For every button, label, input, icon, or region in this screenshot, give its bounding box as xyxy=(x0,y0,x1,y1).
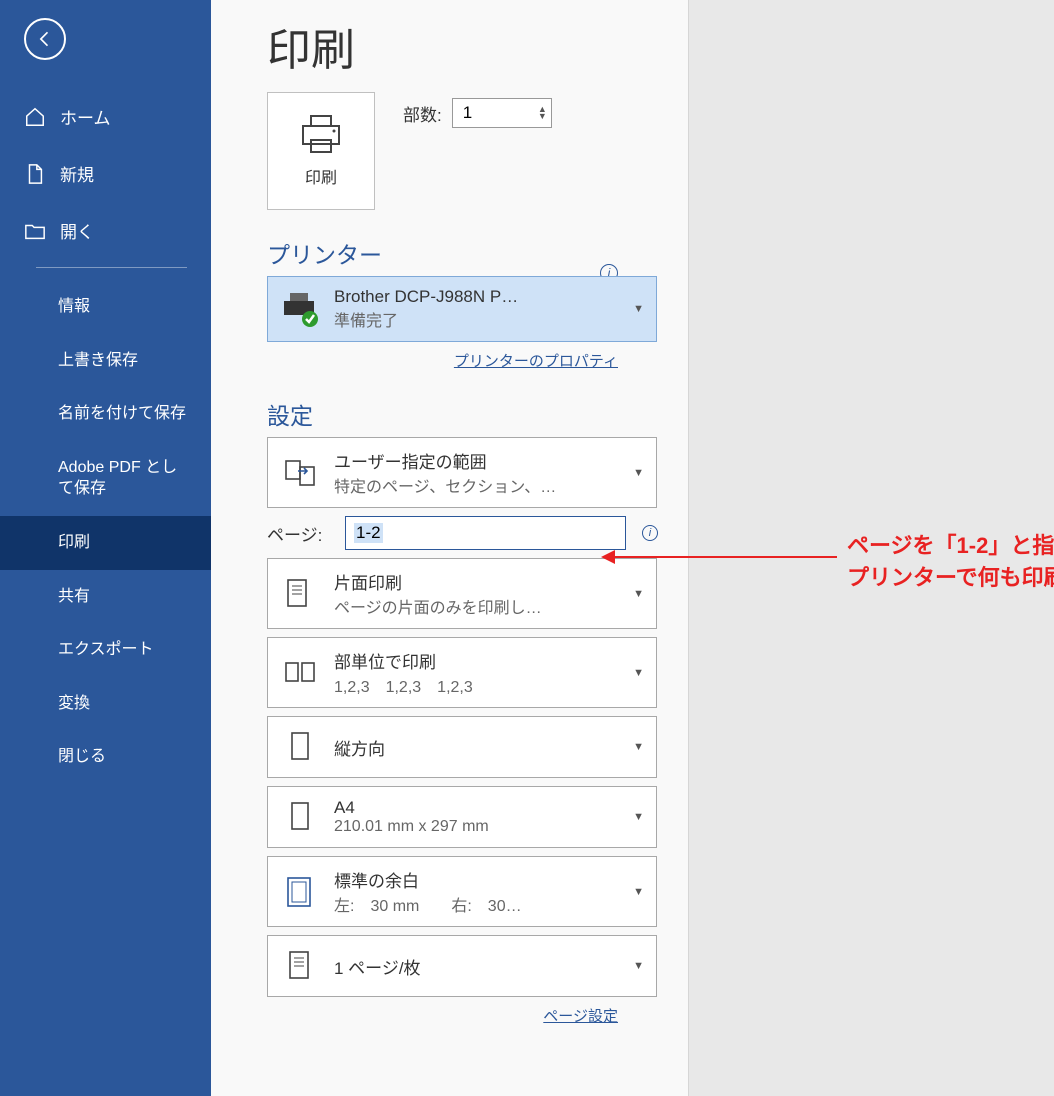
chevron-down-icon: ▼ xyxy=(633,303,644,315)
annotation-line1: ページを「1-2」と指定しても xyxy=(847,530,1054,562)
paper-title: A4 xyxy=(334,798,625,818)
single-side-icon xyxy=(280,574,320,614)
nav-saveas[interactable]: 名前を付けて保存 xyxy=(0,387,211,441)
home-icon xyxy=(24,106,46,128)
side-subtitle: ページの片面のみを印刷し… xyxy=(334,594,625,618)
pages-icon xyxy=(280,453,320,493)
paper-size-selector[interactable]: A4 210.01 mm x 297 mm ▼ xyxy=(267,786,657,848)
copies-spinner[interactable]: ▲▼ xyxy=(538,106,547,120)
chevron-down-icon: ▼ xyxy=(633,811,644,823)
collate-icon xyxy=(280,653,320,693)
chevron-down-icon: ▼ xyxy=(633,667,644,679)
sides-selector[interactable]: 片面印刷 ページの片面のみを印刷し… ▼ xyxy=(267,558,657,629)
copies-label: 部数: xyxy=(403,101,442,126)
settings-section-title: 設定 xyxy=(267,397,658,431)
nav-print[interactable]: 印刷 xyxy=(0,516,211,570)
chevron-down-icon: ▼ xyxy=(633,588,644,600)
folder-icon xyxy=(24,220,46,242)
orientation-selector[interactable]: 縦方向 ▼ xyxy=(267,716,657,778)
copies-value: 1 xyxy=(463,103,472,123)
print-settings-column: 印刷 印刷 部数: 1 ▲▼ プリンター i xyxy=(211,0,689,1096)
printer-name: Brother DCP-J988N P… xyxy=(334,287,625,307)
printer-icon xyxy=(297,114,345,154)
chevron-down-icon: ▼ xyxy=(633,960,644,972)
nav-new[interactable]: 新規 xyxy=(0,145,211,202)
nav-share[interactable]: 共有 xyxy=(0,570,211,624)
range-subtitle: 特定のページ、セクション、… xyxy=(334,473,625,497)
margin-subtitle: 左: 30 mm 右: 30… xyxy=(334,892,625,916)
print-button-label: 印刷 xyxy=(305,164,337,188)
chevron-down-icon: ▼ xyxy=(633,467,644,479)
nav-open[interactable]: 開く xyxy=(0,202,211,259)
chevron-down-icon: ▼ xyxy=(633,741,644,753)
print-range-selector[interactable]: ユーザー指定の範囲 特定のページ、セクション、… ▼ xyxy=(267,437,657,508)
orientation-title: 縦方向 xyxy=(334,735,625,760)
nav-adobe-pdf[interactable]: Adobe PDF として保存 xyxy=(0,441,211,516)
printer-properties-link[interactable]: プリンターのプロパティ xyxy=(267,350,618,371)
pages-per-sheet-icon xyxy=(280,946,320,986)
copies-input[interactable]: 1 ▲▼ xyxy=(452,98,552,128)
pages-per-sheet-selector[interactable]: 1 ページ/枚 ▼ xyxy=(267,935,657,997)
margins-selector[interactable]: 標準の余白 左: 30 mm 右: 30… ▼ xyxy=(267,856,657,927)
back-button[interactable] xyxy=(24,18,66,60)
portrait-icon xyxy=(280,727,320,767)
nav-export[interactable]: エクスポート xyxy=(0,623,211,677)
annotation-line2: プリンターで何も印刷されない xyxy=(847,562,1054,594)
margins-icon xyxy=(280,872,320,912)
printer-status-icon xyxy=(280,289,320,329)
page-setup-link[interactable]: ページ設定 xyxy=(267,1005,618,1026)
print-button[interactable]: 印刷 xyxy=(267,92,375,210)
pages-input[interactable]: 1-2 xyxy=(345,516,626,550)
pages-label: ページ: xyxy=(267,521,335,546)
chevron-down-icon: ▼ xyxy=(633,886,644,898)
nav-info[interactable]: 情報 xyxy=(0,280,211,334)
paper-icon xyxy=(280,797,320,837)
sidebar-separator xyxy=(36,267,187,268)
paper-subtitle: 210.01 mm x 297 mm xyxy=(334,818,625,836)
printer-status: 準備完了 xyxy=(334,307,625,331)
nav-save[interactable]: 上書き保存 xyxy=(0,334,211,388)
nav-transform[interactable]: 変換 xyxy=(0,677,211,731)
margin-title: 標準の余白 xyxy=(334,867,625,892)
collate-title: 部単位で印刷 xyxy=(334,648,625,673)
perpage-title: 1 ページ/枚 xyxy=(334,954,625,979)
annotation-arrow xyxy=(607,556,837,558)
side-title: 片面印刷 xyxy=(334,569,625,594)
info-icon[interactable]: i xyxy=(642,525,658,541)
main-area: 印刷 印刷 部数: 1 ▲▼ プリンター i xyxy=(211,0,1054,1096)
nav-close[interactable]: 閉じる xyxy=(0,730,211,784)
nav-home[interactable]: ホーム xyxy=(0,88,211,145)
nav-label: 開く xyxy=(60,218,94,243)
printer-selector[interactable]: Brother DCP-J988N P… 準備完了 ▼ xyxy=(267,276,657,342)
pages-value: 1-2 xyxy=(354,523,383,543)
collate-selector[interactable]: 部単位で印刷 1,2,3 1,2,3 1,2,3 ▼ xyxy=(267,637,657,708)
nav-label: 新規 xyxy=(60,161,94,186)
annotation-text: ページを「1-2」と指定しても プリンターで何も印刷されない xyxy=(847,530,1054,594)
printer-section-title: プリンター xyxy=(267,236,658,270)
range-title: ユーザー指定の範囲 xyxy=(334,448,625,473)
nav-label: ホーム xyxy=(60,104,111,129)
page-title: 印刷 xyxy=(267,14,658,78)
collate-subtitle: 1,2,3 1,2,3 1,2,3 xyxy=(334,673,625,697)
document-icon xyxy=(24,163,46,185)
backstage-sidebar: ホーム 新規 開く 情報 上書き保存 名前を付けて保存 Adobe PDF とし… xyxy=(0,0,211,1096)
annotation-arrow-head xyxy=(601,550,615,564)
